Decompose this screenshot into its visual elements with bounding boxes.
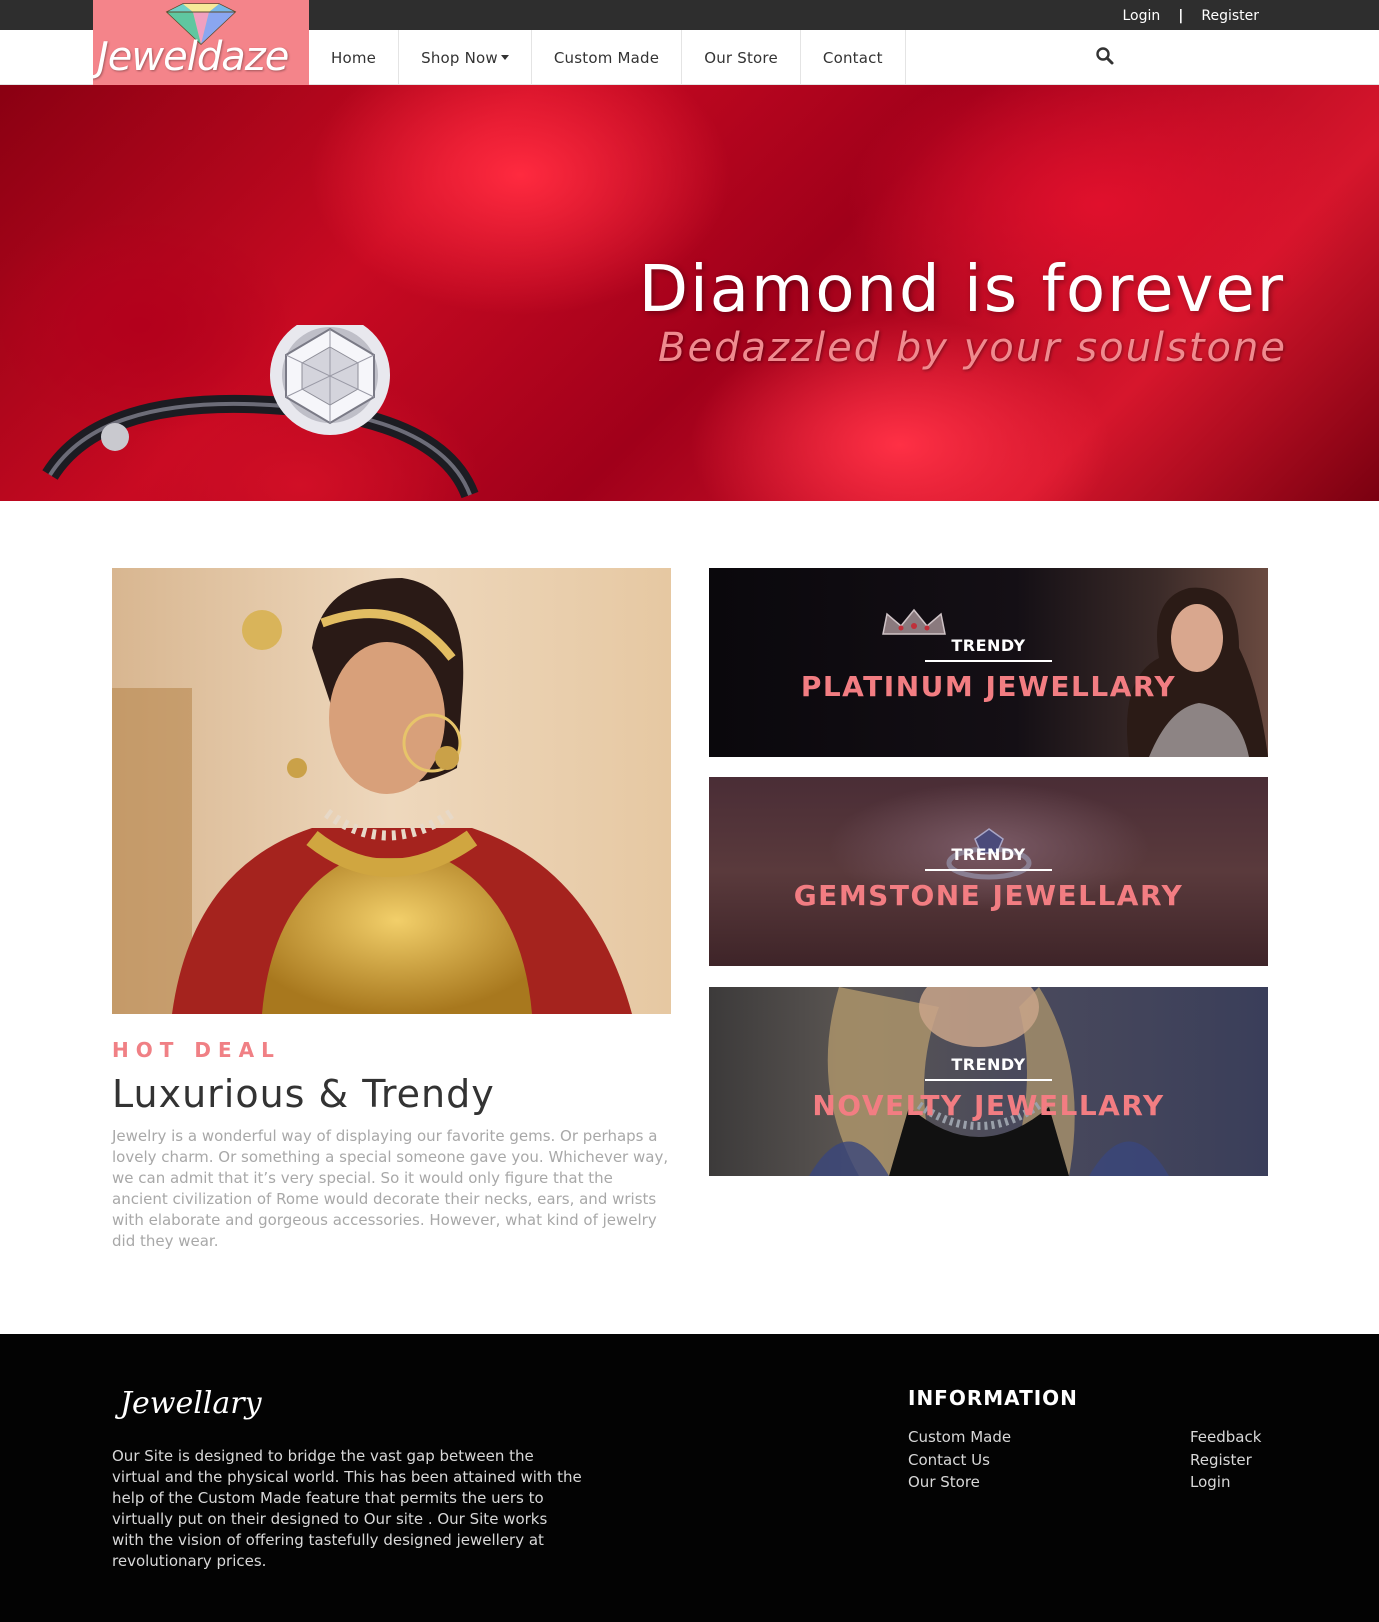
card-title: GEMSTONE JEWELLARY xyxy=(793,879,1184,912)
card-eyebrow: TRENDY xyxy=(951,1055,1026,1074)
nav-item-label: Home xyxy=(331,48,377,67)
nav-item-home[interactable]: Home xyxy=(309,30,400,85)
login-link[interactable]: Login xyxy=(1122,8,1160,24)
feature-title: Luxurious & Trendy xyxy=(112,1072,495,1116)
auth-links: Login | Register xyxy=(1122,8,1259,24)
card-divider xyxy=(925,660,1052,662)
bridal-jewellery-image xyxy=(112,568,671,1014)
footer-link-register[interactable]: Register xyxy=(1190,1449,1261,1472)
model-silhouette xyxy=(1127,587,1268,757)
card-divider xyxy=(925,1079,1052,1081)
nav-item-label: Shop Now xyxy=(421,48,498,67)
card-divider xyxy=(925,869,1052,871)
footer-links-right: Feedback Register Login xyxy=(1190,1426,1261,1494)
logo-text: Jeweldaze xyxy=(97,34,289,80)
card-eyebrow: TRENDY xyxy=(951,845,1026,864)
footer-link-feedback[interactable]: Feedback xyxy=(1190,1426,1261,1449)
hot-deal-label: HOT DEAL xyxy=(112,1038,281,1062)
footer-link-custom-made[interactable]: Custom Made xyxy=(908,1426,1011,1449)
crown-icon xyxy=(882,608,946,635)
feature-description: Jewelry is a wonderful way of displaying… xyxy=(112,1127,669,1250)
hero-banner: Diamond is forever Bedazzled by your sou… xyxy=(0,85,1379,501)
gemstone-jewellery-card[interactable]: TRENDY GEMSTONE JEWELLARY xyxy=(709,777,1268,966)
model-portrait xyxy=(809,987,1169,1176)
nav-menu: Home Shop Now Custom Made Our Store Cont… xyxy=(309,30,906,85)
nav-item-label: Custom Made xyxy=(553,48,660,67)
caret-down-icon xyxy=(500,55,509,60)
nav-item-label: Our Store xyxy=(704,48,778,67)
novelty-jewellery-card[interactable]: TRENDY NOVELTY JEWELLARY xyxy=(709,987,1268,1176)
nav-item-our-store[interactable]: Our Store xyxy=(682,30,801,85)
information-heading: INFORMATION xyxy=(908,1386,1078,1410)
footer-link-contact-us[interactable]: Contact Us xyxy=(908,1449,1011,1472)
nav-item-contact[interactable]: Contact xyxy=(801,30,906,85)
nav-item-shop-now[interactable]: Shop Now xyxy=(399,30,532,85)
footer-links-left: Custom Made Contact Us Our Store xyxy=(908,1426,1011,1494)
search-button[interactable] xyxy=(1094,45,1118,69)
register-link[interactable]: Register xyxy=(1201,8,1259,24)
search-icon xyxy=(1096,47,1114,65)
hero-title: Diamond is forever xyxy=(638,253,1285,327)
site-footer: Jewellary Our Site is designed to bridge… xyxy=(0,1334,1379,1622)
footer-link-login[interactable]: Login xyxy=(1190,1471,1261,1494)
diamond-ring-image xyxy=(42,325,479,499)
footer-script-logo: Jewellary xyxy=(120,1386,262,1421)
hero-subtitle: Bedazzled by your soulstone xyxy=(658,325,1287,371)
auth-separator: | xyxy=(1178,8,1184,24)
nav-item-label: Contact xyxy=(822,48,883,67)
platinum-jewellery-card[interactable]: TRENDY PLATINUM JEWELLARY xyxy=(709,568,1268,757)
footer-about-text: Our Site is designed to bridge the vast … xyxy=(112,1447,582,1570)
card-title: PLATINUM JEWELLARY xyxy=(800,670,1177,703)
bride-photo xyxy=(112,568,671,1014)
site-logo[interactable]: Jeweldaze xyxy=(93,0,309,85)
card-eyebrow: TRENDY xyxy=(951,636,1026,655)
nav-item-custom-made[interactable]: Custom Made xyxy=(532,30,683,85)
footer-link-our-store[interactable]: Our Store xyxy=(908,1471,1011,1494)
card-title: NOVELTY JEWELLARY xyxy=(812,1089,1165,1122)
